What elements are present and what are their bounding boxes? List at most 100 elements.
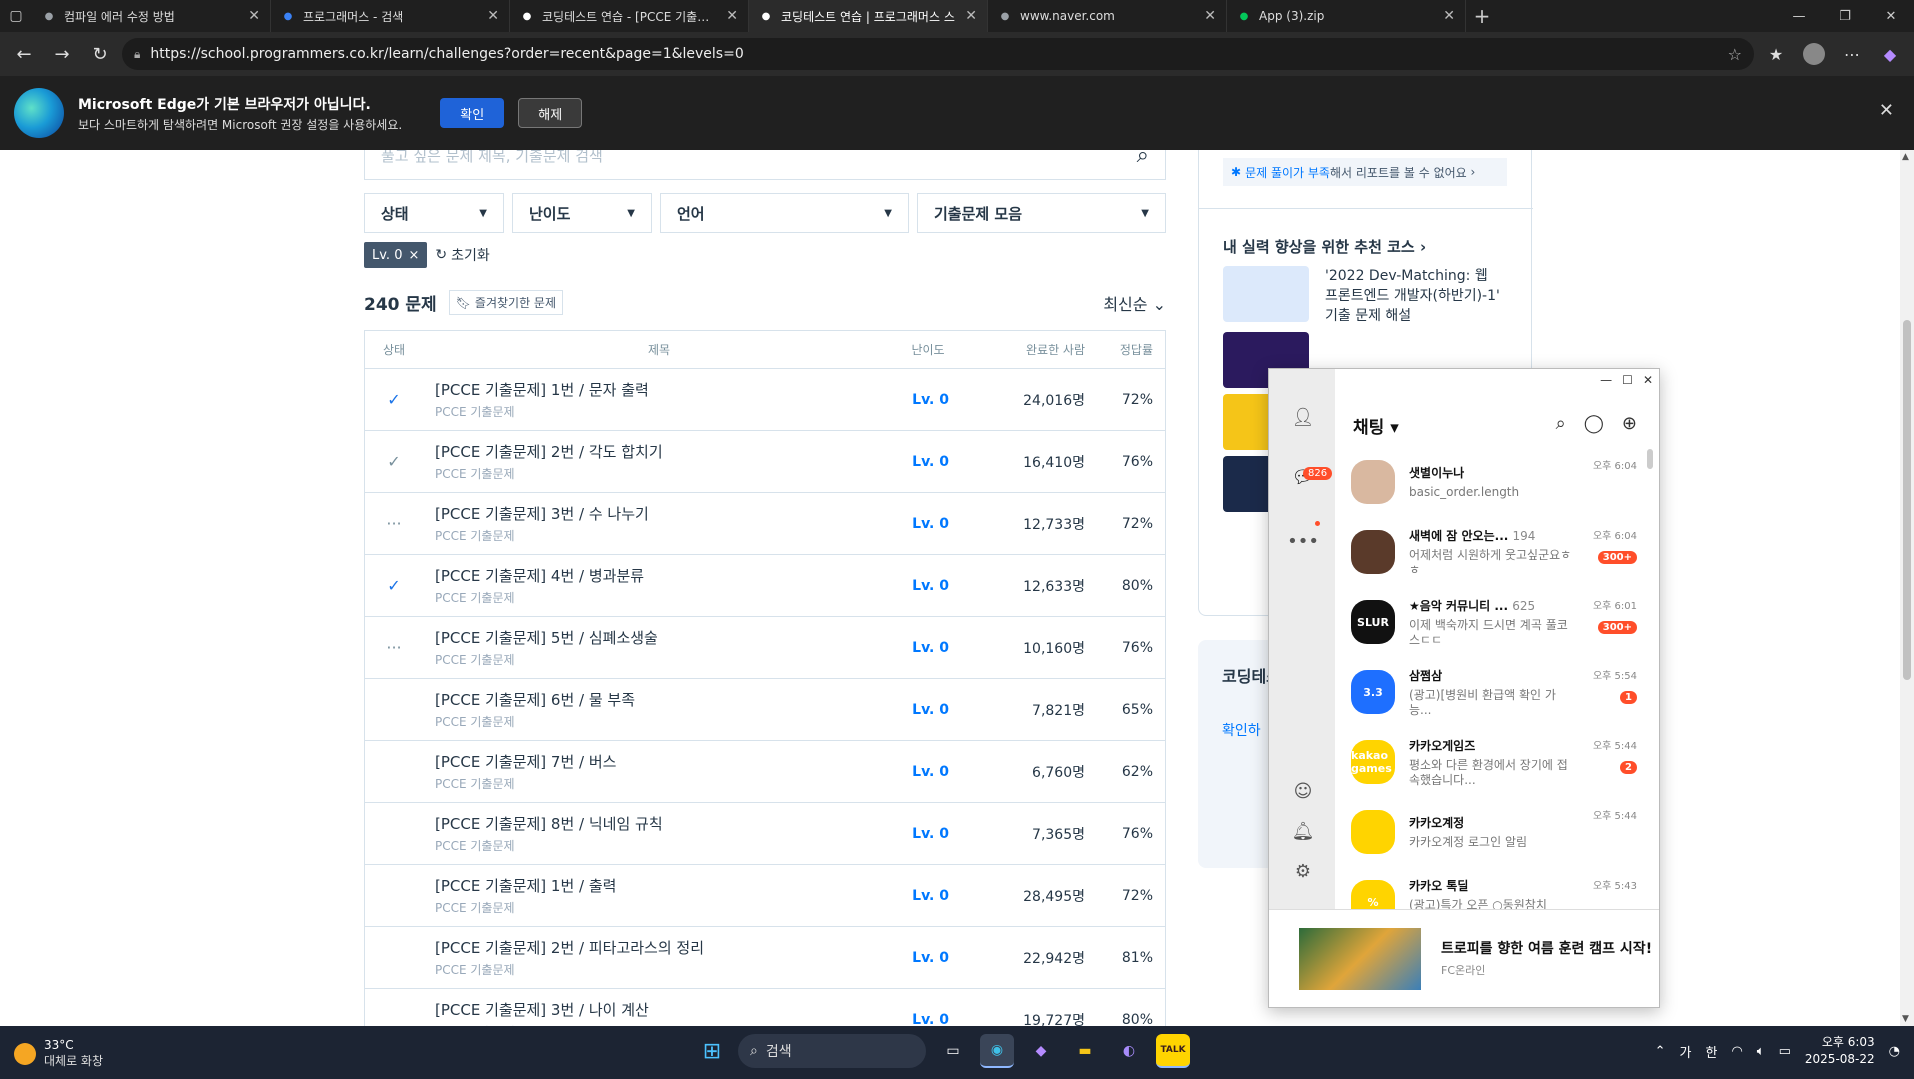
restore-icon[interactable]: ❐ [1822,0,1868,32]
page-scrollbar[interactable]: ▲ ▼ [1900,150,1914,1026]
kakao-ad-banner[interactable]: 트로피를 향한 여름 훈련 캠프 시작! FC온라인 [1269,909,1659,1007]
back-icon[interactable]: ← [8,38,40,70]
file-explorer-icon[interactable]: ▬ [1068,1034,1102,1068]
browser-tab[interactable]: ● App (3).zip ✕ [1227,0,1466,32]
profile-icon[interactable] [1798,38,1830,70]
table-row[interactable]: ··· [PCCE 기출문제] 3번 / 수 나누기 PCCE 기출문제 Lv.… [365,493,1165,555]
filter-level[interactable]: 난이도 ▼ [512,193,652,233]
chat-item[interactable]: 새벽에 잠 안오는... 194 어제처럼 시원하게 웃고싶군요ㅎㅎ 오후 6:… [1335,517,1645,587]
table-row[interactable]: [PCCE 기출문제] 1번 / 출력 PCCE 기출문제 Lv. 0 28,4… [365,865,1165,927]
minimize-icon[interactable]: — [1776,0,1822,32]
ime-mode[interactable]: 가 [1680,1042,1692,1061]
close-tab-icon[interactable]: ✕ [1443,8,1455,24]
task-view-icon[interactable]: ▭ [936,1034,970,1068]
chat-tab-title[interactable]: 채팅 ▾ [1353,413,1399,438]
table-row[interactable]: ··· [PCCE 기출문제] 5번 / 심폐소생술 PCCE 기출문제 Lv.… [365,617,1165,679]
table-row[interactable]: [PCCE 기출문제] 6번 / 물 부족 PCCE 기출문제 Lv. 0 7,… [365,679,1165,741]
more-menu-icon[interactable]: ⋯ [1836,38,1868,70]
wifi-icon[interactable]: ◠ [1731,1044,1742,1059]
volume-icon[interactable]: 🔈︎ [1757,1044,1765,1059]
start-icon[interactable]: ⊞ [696,1035,728,1067]
banner-confirm-button[interactable]: 확인 [440,98,505,128]
settings-icon[interactable]: ⚙ [1291,859,1315,883]
browser-tab[interactable]: ● 코딩테스트 연습 - [PCCE 기출문제 ✕ [510,0,749,32]
problem-title[interactable]: [PCCE 기출문제] 7번 / 버스 [435,751,883,772]
new-tab-button[interactable]: + [1466,0,1498,32]
table-row[interactable]: ✓ [PCCE 기출문제] 4번 / 병과분류 PCCE 기출문제 Lv. 0 … [365,555,1165,617]
level-chip[interactable]: Lv. 0 × [364,242,428,268]
maximize-icon[interactable]: ☐ [1622,373,1633,387]
browser-tab[interactable]: ● www.naver.com ✕ [988,0,1227,32]
problem-title[interactable]: [PCCE 기출문제] 2번 / 각도 합치기 [435,441,883,462]
open-chat-icon[interactable]: ◯ [1584,413,1604,434]
table-row[interactable]: ✓ [PCCE 기출문제] 1번 / 문자 출력 PCCE 기출문제 Lv. 0… [365,369,1165,431]
minimize-icon[interactable]: — [1600,373,1612,387]
edge-icon[interactable]: ◉ [980,1034,1014,1068]
problem-title[interactable]: [PCCE 기출문제] 1번 / 문자 출력 [435,379,883,400]
taskbar-search[interactable]: ⌕ 검색 [738,1034,926,1068]
chat-item[interactable]: % 카카오 톡딜 (광고)특가 오픈 ○동원참치 10... 오후 5:43 [1335,867,1645,909]
bookmarked-problems-button[interactable]: 🔖︎ 즐겨찾기한 문제 [448,290,564,315]
filter-exam-collection[interactable]: 기출문제 모음 ▼ [917,193,1166,233]
kakaotalk-icon[interactable]: TALK [1156,1034,1190,1068]
close-icon[interactable]: ✕ [1643,373,1653,387]
search-icon[interactable]: ⌕ [1556,413,1566,434]
chat-item[interactable]: 카카오계정 카카오계정 로그인 알림 오후 5:44 [1335,797,1645,867]
chat-item[interactable]: 3.3 삼쩜삼 (광고)[병원비 환급액 확인 가능... 오후 5:54 1 [1335,657,1645,727]
chat-item[interactable]: SLUR ★음악 커뮤니티 ... 625 이제 백숙까지 드시면 계곡 풀코스… [1335,587,1645,657]
bell-icon[interactable]: 🔔︎ [1291,819,1315,843]
filter-language[interactable]: 언어 ▼ [660,193,909,233]
problem-title[interactable]: [PCCE 기출문제] 1번 / 출력 [435,875,883,896]
notification-icon[interactable]: ◔ [1889,1044,1900,1059]
table-row[interactable]: [PCCE 기출문제] 8번 / 닉네임 규칙 PCCE 기출문제 Lv. 0 … [365,803,1165,865]
close-tab-icon[interactable]: ✕ [487,8,499,24]
sort-dropdown[interactable]: 최신순 ⌄ [1103,291,1166,315]
problem-title[interactable]: [PCCE 기출문제] 4번 / 병과분류 [435,565,883,586]
table-row[interactable]: [PCCE 기출문제] 3번 / 나이 계산 PCCE 기출문제 Lv. 0 1… [365,989,1165,1026]
tab-actions-icon[interactable]: ▢ [0,0,32,32]
emoticon-icon[interactable]: ☺ [1291,779,1315,803]
chevron-up-icon[interactable]: ⌃ [1655,1044,1666,1059]
clock[interactable]: 오후 6:03 2025-08-22 [1805,1034,1875,1068]
table-row[interactable]: [PCCE 기출문제] 2번 / 피타고라스의 정리 PCCE 기출문제 Lv.… [365,927,1165,989]
battery-icon[interactable]: ▭ [1779,1044,1791,1059]
ime-language[interactable]: 한 [1705,1042,1717,1061]
copilot-icon[interactable]: ◆ [1874,38,1906,70]
more-icon[interactable]: ••• [1287,529,1319,553]
search-icon[interactable]: ⌕ [1137,150,1149,168]
new-chat-icon[interactable]: ⊕ [1622,413,1637,434]
problem-title[interactable]: [PCCE 기출문제] 8번 / 닉네임 규칙 [435,813,883,834]
problem-title[interactable]: [PCCE 기출문제] 3번 / 나이 계산 [435,999,883,1020]
copilot-icon[interactable]: ◆ [1024,1034,1058,1068]
close-window-icon[interactable]: ✕ [1868,0,1914,32]
recommended-courses-title[interactable]: 내 실력 향상을 위한 추천 코스 › [1223,236,1426,257]
problem-title[interactable]: [PCCE 기출문제] 3번 / 수 나누기 [435,503,883,524]
refresh-icon[interactable]: ↻ [84,38,116,70]
visual-studio-icon[interactable]: ◐ [1112,1034,1146,1068]
favorites-icon[interactable]: ★ [1760,38,1792,70]
chat-item[interactable]: 샛별이누나 basic_order.length 오후 6:04 [1335,447,1645,517]
browser-tab[interactable]: ● 컴파일 에러 수정 방법 ✕ [32,0,271,32]
course-card[interactable]: '2022 Dev-Matching: 웹 프론트엔드 개발자(하반기)-1' … [1223,266,1503,326]
favorite-star-icon[interactable]: ☆ [1728,45,1742,64]
close-tab-icon[interactable]: ✕ [1204,8,1216,24]
problem-title[interactable]: [PCCE 기출문제] 6번 / 물 부족 [435,689,883,710]
banner-close-icon[interactable]: ✕ [1879,100,1894,121]
banner-dismiss-button[interactable]: 해제 [518,98,583,128]
close-tab-icon[interactable]: ✕ [248,8,260,24]
filter-status[interactable]: 상태 ▼ [364,193,504,233]
url-text[interactable]: https://school.programmers.co.kr/learn/c… [150,46,1717,62]
table-row[interactable]: [PCCE 기출문제] 7번 / 버스 PCCE 기출문제 Lv. 0 6,76… [365,741,1165,803]
weather-widget[interactable]: 33°C 대체로 화창 [14,1038,103,1069]
remove-chip-icon[interactable]: × [408,248,419,263]
site-info-icon[interactable]: 🔒︎ [134,47,140,62]
table-row[interactable]: ✓ [PCCE 기출문제] 2번 / 각도 합치기 PCCE 기출문제 Lv. … [365,431,1165,493]
browser-tab[interactable]: ● 프로그래머스 - 검색 ✕ [271,0,510,32]
problem-title[interactable]: [PCCE 기출문제] 5번 / 심폐소생술 [435,627,883,648]
url-field[interactable]: 🔒︎ https://school.programmers.co.kr/lear… [122,38,1754,70]
report-link[interactable]: ✱ 문제 풀이가 부족 해서 리포트를 볼 수 없어요 › [1223,158,1507,186]
browser-tab[interactable]: ● 코딩테스트 연습 | 프로그래머스 스 ✕ [749,0,988,32]
friends-icon[interactable]: 👤︎ [1291,405,1315,429]
close-tab-icon[interactable]: ✕ [965,8,977,24]
problem-search-input[interactable]: 풀고 싶은 문제 제목, 기출문제 검색 ⌕ [364,150,1166,180]
